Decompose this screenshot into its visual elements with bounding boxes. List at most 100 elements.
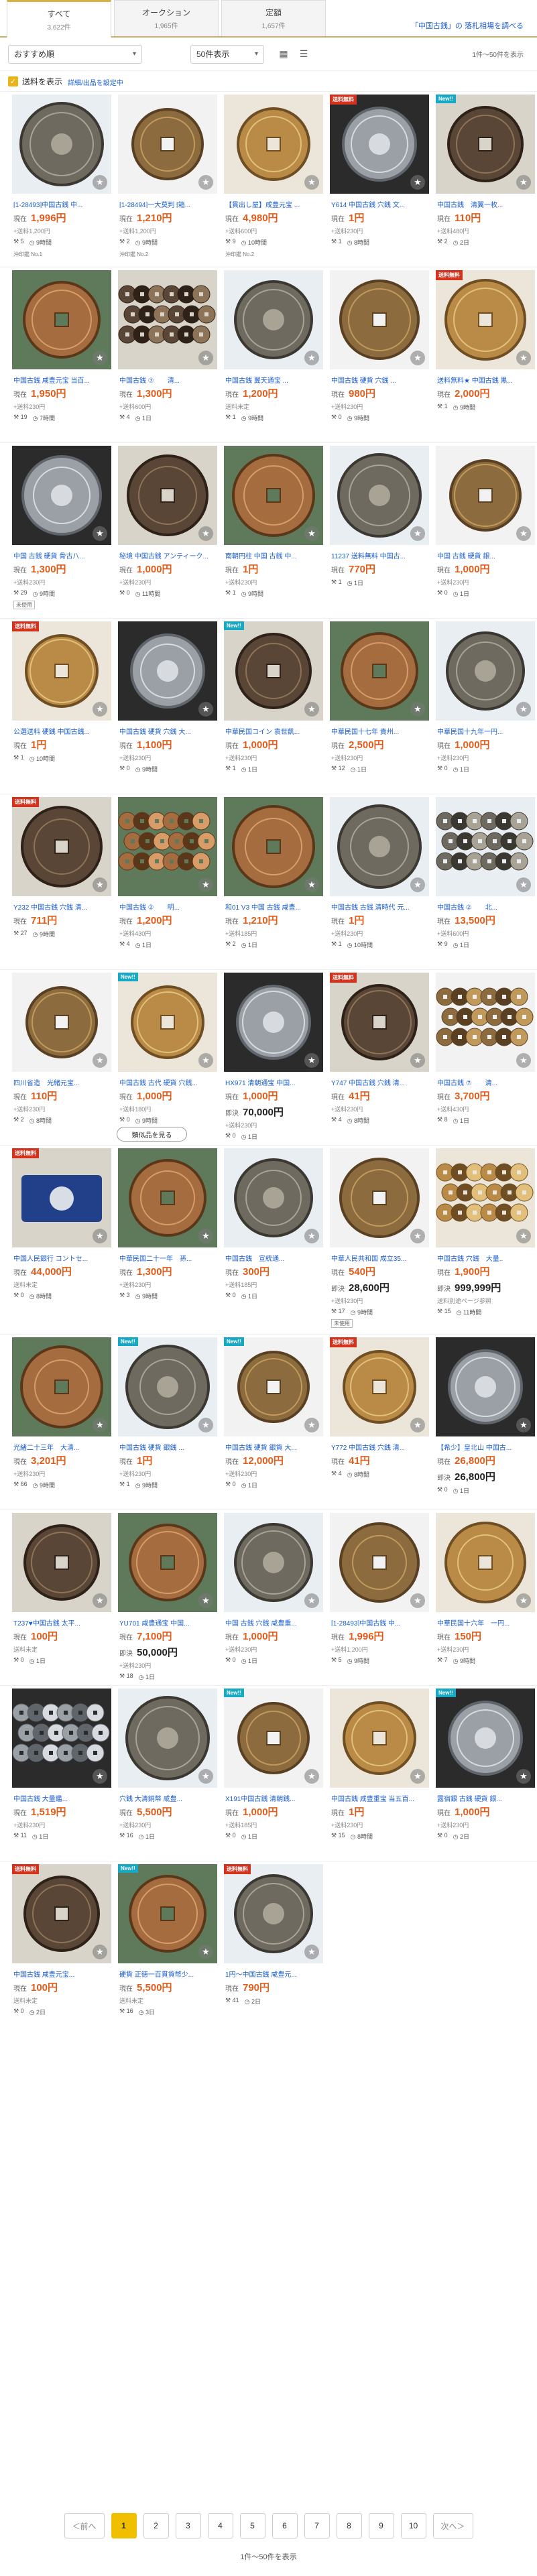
product-card[interactable]: ★ 中国古銭 大量鑑... 現在 1,519円 +送料230円 ⚒ 11 ◷ 1日 — [9, 1686, 114, 1861]
star-icon[interactable]: ★ — [93, 1053, 107, 1068]
product-image[interactable]: 送料無料 ★ — [330, 95, 429, 194]
product-image[interactable]: ★ — [436, 621, 535, 721]
star-icon[interactable]: ★ — [516, 351, 531, 365]
product-image[interactable]: New!! ★ — [436, 1689, 535, 1788]
product-image[interactable]: New!! ★ — [118, 1337, 217, 1436]
product-title[interactable]: [1-28494]一大莫判 [箱... — [119, 199, 216, 208]
star-icon[interactable]: ★ — [198, 175, 213, 190]
product-image[interactable]: New!! ★ — [224, 1337, 323, 1436]
product-title[interactable]: 中国古銭 穴銭 大量.. — [437, 1253, 534, 1262]
product-image[interactable]: ★ — [224, 797, 323, 896]
product-title[interactable]: 穴銭 大清銅幣 咸豊... — [119, 1793, 216, 1802]
product-image[interactable]: ★ — [118, 270, 217, 369]
product-image[interactable]: ★ — [224, 1148, 323, 1247]
product-card[interactable]: 送料無料 ★ 中国人民銀行 コントセ... 現在 44,000円 送料未定 ⚒ 0 ◷ 8時間 — [9, 1146, 114, 1334]
product-title[interactable]: 中華民国十六年 一円... — [437, 1617, 534, 1626]
product-title[interactable]: 和01 V3 中国 古銭 咸豊... — [225, 902, 322, 910]
product-title[interactable]: 中国 古銭 穴銭 咸豊重... — [225, 1617, 322, 1626]
product-card[interactable]: ★ 中国 古銭 穴銭 咸豊重... 現在 1,000円 +送料230円 ⚒ 0 ◷ 1日 — [221, 1510, 326, 1685]
product-image[interactable]: 送料無料 ★ — [436, 270, 535, 369]
star-icon[interactable]: ★ — [516, 1053, 531, 1068]
product-title[interactable]: 中国古銭 大量鑑... — [13, 1793, 110, 1802]
product-title[interactable]: [1-28493]中国古銭 中... — [331, 1617, 428, 1626]
star-icon[interactable]: ★ — [93, 526, 107, 541]
product-card[interactable]: ★ 中国古銭 ② 明... 現在 1,200円 +送料430円 ⚒ 4 ◷ 1日 — [115, 794, 220, 969]
star-icon[interactable]: ★ — [304, 526, 319, 541]
star-icon[interactable]: ★ — [93, 702, 107, 717]
star-icon[interactable]: ★ — [93, 1593, 107, 1608]
page-button[interactable]: 5 — [239, 2513, 265, 2538]
product-card[interactable]: ★ 中国古銭 咸豊元宝 当百... 現在 1,950円 +送料230円 ⚒ 19 ◷ 7時間 — [9, 267, 114, 442]
page-button[interactable]: 9 — [368, 2513, 394, 2538]
product-card[interactable]: ★ 中華人民共和国 成立35... 現在 540円 即決 28,600円 +送料230円 ⚒ … — [327, 1146, 432, 1334]
product-image[interactable]: ★ — [330, 270, 429, 369]
product-title[interactable]: 送料無料★ 中国古銭 黒... — [437, 375, 534, 383]
product-title[interactable]: 中国古銭 硬貨 穴銭 ... — [331, 375, 428, 383]
star-icon[interactable]: ★ — [410, 175, 425, 190]
star-icon[interactable]: ★ — [198, 526, 213, 541]
product-title[interactable]: 中国古銭 咸豊元宝... — [13, 1969, 110, 1977]
star-icon[interactable]: ★ — [198, 877, 213, 892]
product-image[interactable]: ★ — [436, 1513, 535, 1612]
star-icon[interactable]: ★ — [410, 1418, 425, 1432]
see-similar-button[interactable]: 類似品を見る — [117, 1127, 187, 1142]
product-title[interactable]: Y614 中国古銭 穴銭 文... — [331, 199, 428, 208]
product-image[interactable]: ★ — [12, 446, 111, 545]
product-card[interactable]: ★ 【貫出し屋】咸豊元宝 ... 現在 4,980円 +送料600円 ⚒ 9 ◷ 10時間沖… — [221, 92, 326, 267]
star-icon[interactable]: ★ — [516, 1769, 531, 1784]
product-card[interactable]: ★ 中国古銭 硬貨 穴銭 大... 現在 1,100円 +送料230円 ⚒ 0 ◷ 9時間 — [115, 619, 220, 794]
page-button[interactable]: 4 — [207, 2513, 233, 2538]
product-card[interactable]: ★ 穴銭 大清銅幣 咸豊... 現在 5,500円 +送料230円 ⚒ 16 ◷ 1日 — [115, 1686, 220, 1861]
product-card[interactable]: ★ 南朝円柱 中国 古銭 中... 現在 1円 +送料230円 ⚒ 1 ◷ 9時間 — [221, 443, 326, 618]
product-image[interactable]: ★ — [224, 1513, 323, 1612]
star-icon[interactable]: ★ — [304, 175, 319, 190]
product-title[interactable]: 中華民国コイン 袁世凱... — [225, 726, 322, 735]
star-icon[interactable]: ★ — [516, 877, 531, 892]
product-image[interactable]: New!! ★ — [118, 973, 217, 1072]
star-icon[interactable]: ★ — [198, 1229, 213, 1243]
product-title[interactable]: 中国 古銭 硬貨 骨古八... — [13, 550, 110, 559]
product-image[interactable]: ★ — [330, 1148, 429, 1247]
list-view-icon[interactable]: ☰ — [296, 47, 311, 62]
product-card[interactable]: ★ 光緒二十三年 大清... 現在 3,201円 +送料230円 ⚒ 66 ◷ 9時間 — [9, 1335, 114, 1510]
product-title[interactable]: 中国古銭 翼天通宝 ... — [225, 375, 322, 383]
product-card[interactable]: ★ [1-28493]中国古銭 中... 現在 1,996円 +送料1,200円 ⚒ 5 ◷… — [9, 92, 114, 267]
product-image[interactable]: ★ — [330, 1689, 429, 1788]
star-icon[interactable]: ★ — [198, 1593, 213, 1608]
page-button[interactable]: 2 — [143, 2513, 169, 2538]
star-icon[interactable]: ★ — [198, 1769, 213, 1784]
product-title[interactable]: Y747 中国古銭 穴銭 清... — [331, 1077, 428, 1086]
product-image[interactable]: New!! ★ — [224, 1689, 323, 1788]
product-image[interactable]: ★ — [12, 270, 111, 369]
star-icon[interactable]: ★ — [516, 1593, 531, 1608]
product-card[interactable]: 送料無料 ★ Y614 中国古銭 穴銭 文... 現在 1円 +送料230円 ⚒ 1 ◷ 8時… — [327, 92, 432, 267]
product-card[interactable]: New!! ★ 中国古銭 硬貨 銀銭 ... 現在 1円 +送料230円 ⚒ 1 ◷ 9時間 — [115, 1335, 220, 1510]
product-image[interactable]: ★ — [118, 1148, 217, 1247]
product-image[interactable]: ★ — [330, 797, 429, 896]
product-title[interactable]: 中国古銭 咸豊元宝 当百... — [13, 375, 110, 383]
product-title[interactable]: 1円〜中国古銭 咸豊元... — [225, 1969, 322, 1977]
star-icon[interactable]: ★ — [304, 1769, 319, 1784]
star-icon[interactable]: ★ — [93, 1229, 107, 1243]
product-image[interactable]: 送料無料 ★ — [224, 1864, 323, 1963]
product-card[interactable]: 送料無料 ★ Y772 中国古銭 穴銭 清... 現在 41円 ⚒ 4 ◷ 8時間 — [327, 1335, 432, 1510]
tab-all[interactable]: すべて 3,622件 — [7, 0, 111, 38]
product-title[interactable]: 【貫出し屋】咸豊元宝 ... — [225, 199, 322, 208]
product-image[interactable]: 送料無料 ★ — [330, 1337, 429, 1436]
product-card[interactable]: New!! ★ 中国古銭 清翼一枚... 現在 110円 +送料480円 ⚒ 2 ◷ 2日 — [433, 92, 537, 267]
product-card[interactable]: 送料無料 ★ 公選送料 硬銭 中国古銭... 現在 1円 ⚒ 1 ◷ 10時間 — [9, 619, 114, 794]
product-card[interactable]: New!! ★ 露宿銀 古銭 硬貨 銀... 現在 1,000円 +送料230円 ⚒ 0 ◷ … — [433, 1686, 537, 1861]
star-icon[interactable]: ★ — [198, 1418, 213, 1432]
product-title[interactable]: 中国古銭 古代 硬貨 穴銭... — [119, 1077, 216, 1086]
product-title[interactable]: 中国古銭 硬貨 銀貨 大... — [225, 1442, 322, 1451]
prev-page-button[interactable]: ＜前へ — [64, 2513, 105, 2538]
product-card[interactable]: ★ 中国 古銭 硬貨 骨古八... 現在 1,300円 +送料230円 ⚒ 29 ◷ 9時間… — [9, 443, 114, 618]
star-icon[interactable]: ★ — [516, 702, 531, 717]
product-card[interactable]: ★ 中華民国十七年 貴州... 現在 2,500円 +送料230円 ⚒ 12 ◷ 1日 — [327, 619, 432, 794]
product-card[interactable]: New!! ★ 中華民国コイン 袁世凱... 現在 1,000円 +送料230円 ⚒ 1 ◷ … — [221, 619, 326, 794]
product-card[interactable]: New!! ★ 中国古銭 硬貨 銀貨 大... 現在 12,000円 +送料230円 ⚒ 0… — [221, 1335, 326, 1510]
product-title[interactable]: 中国古銭 清翼一枚... — [437, 199, 534, 208]
star-icon[interactable]: ★ — [410, 1053, 425, 1068]
product-title[interactable]: 秘境 中国古銭 アンティーク... — [119, 550, 216, 559]
product-card[interactable]: ★ 四川省造 光緒元宝... 現在 110円 +送料230円 ⚒ 2 ◷ 8時間 — [9, 970, 114, 1145]
